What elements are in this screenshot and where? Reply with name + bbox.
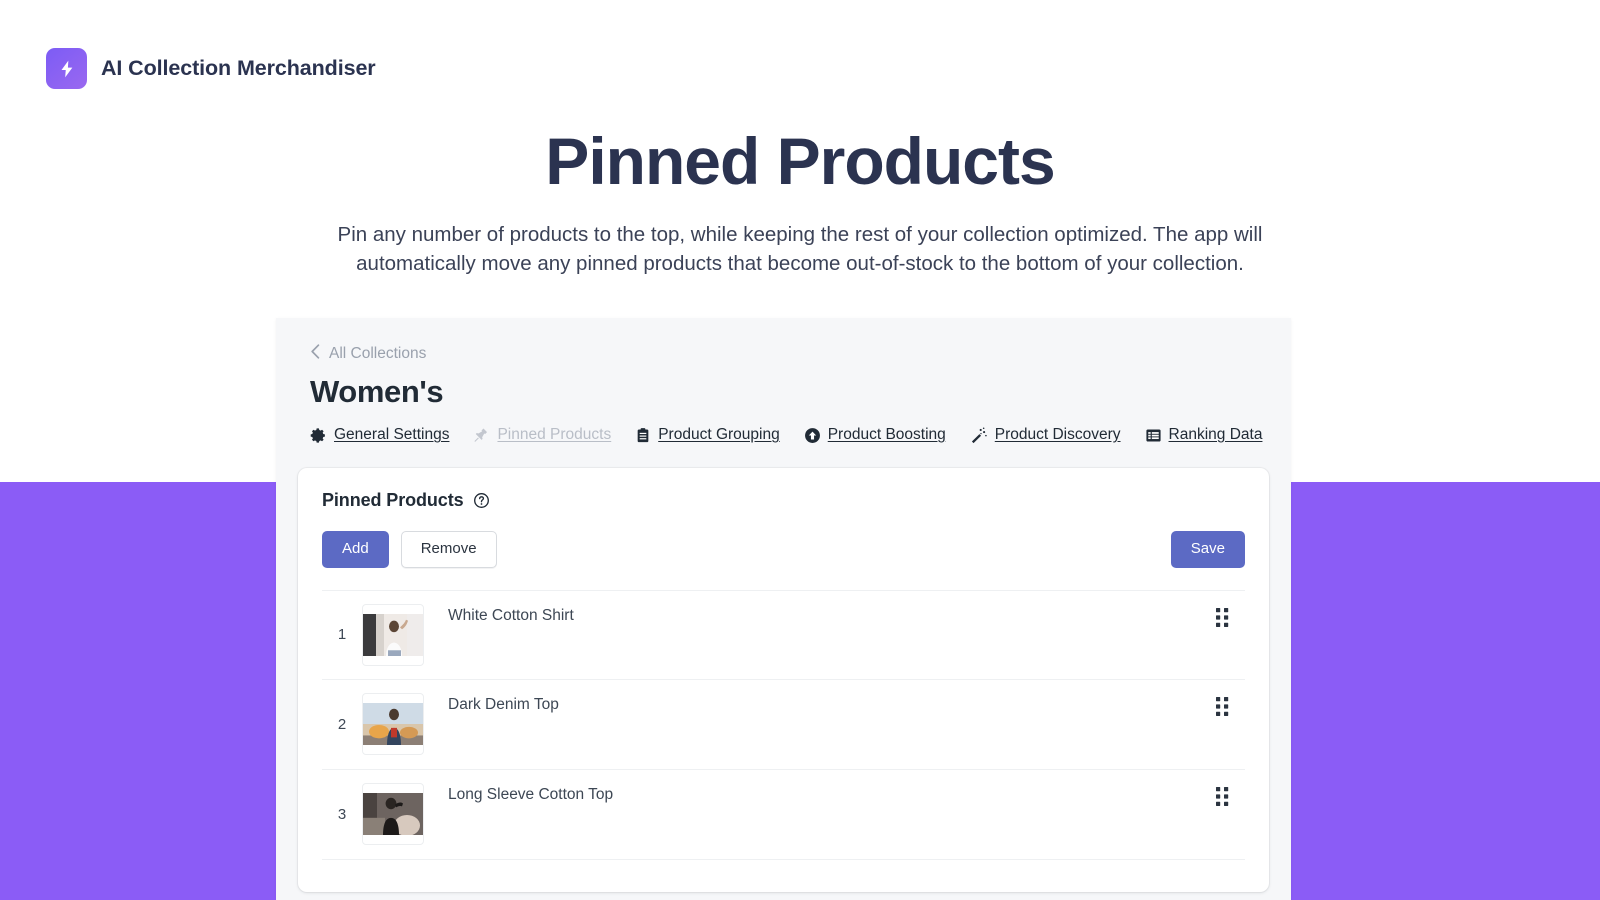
brand-name: AI Collection Merchandiser [101, 56, 376, 80]
remove-button[interactable]: Remove [400, 531, 497, 568]
add-button[interactable]: Add [322, 531, 389, 568]
drag-handle-icon[interactable] [1215, 607, 1237, 629]
tab-label: Product Boosting [827, 426, 946, 443]
table-row[interactable]: 1 White Cotton Shirt [322, 589, 1245, 680]
tab-label: Product Grouping [658, 426, 780, 443]
product-image [363, 793, 423, 836]
drag-handle-icon[interactable] [1215, 696, 1237, 718]
tab-pinned-products[interactable]: Pinned Products [473, 426, 611, 444]
product-image [363, 613, 423, 656]
tab-label: Ranking Data [1168, 426, 1263, 443]
drag-handle-icon[interactable] [1215, 786, 1237, 808]
row-index: 1 [337, 626, 347, 643]
table-list-icon [1145, 427, 1162, 444]
product-title: Dark Denim Top [448, 695, 559, 713]
brand-header: AI Collection Merchandiser [46, 48, 376, 89]
clipboard-icon [635, 427, 651, 444]
tab-bar: General Settings Pinned Products Product… [310, 426, 1262, 444]
pinned-products-card: Pinned Products Add Remove Save 1 White … [298, 468, 1269, 892]
magic-wand-icon [970, 426, 988, 444]
pinned-products-list: 1 White Cotton Shirt 2 Dark Denim Top 3 … [322, 589, 1245, 860]
row-index: 2 [337, 715, 347, 733]
tab-label: Product Discovery [994, 426, 1121, 443]
tab-product-boosting[interactable]: Product Boosting [804, 426, 946, 444]
tab-label: General Settings [334, 426, 450, 443]
tab-ranking-data[interactable]: Ranking Data [1145, 426, 1263, 444]
pushpin-icon [473, 427, 490, 444]
question-circle-icon[interactable] [473, 492, 490, 509]
breadcrumb-label: All Collections [329, 345, 427, 362]
table-row[interactable]: 2 Dark Denim Top [322, 680, 1245, 770]
product-image [363, 703, 423, 745]
product-title: White Cotton Shirt [448, 606, 574, 624]
arrow-up-circle-icon [804, 427, 821, 444]
card-title: Pinned Products [322, 490, 464, 510]
product-thumbnail [362, 693, 424, 755]
product-title: Long Sleeve Cotton Top [448, 785, 614, 803]
tab-product-grouping[interactable]: Product Grouping [635, 426, 780, 444]
card-actions: Add Remove Save [322, 531, 1245, 568]
page-title: Pinned Products [545, 124, 1055, 198]
tab-product-discovery[interactable]: Product Discovery [970, 426, 1121, 444]
tab-label: Pinned Products [497, 426, 612, 443]
product-thumbnail [362, 603, 424, 666]
product-thumbnail [362, 783, 424, 845]
table-row[interactable]: 3 Long Sleeve Cotton Top [322, 770, 1245, 860]
page-subtitle: Pin any number of products to the top, w… [337, 223, 1263, 276]
gear-icon [310, 427, 327, 444]
tab-general-settings[interactable]: General Settings [310, 426, 449, 444]
breadcrumb[interactable]: All Collections [310, 344, 1257, 364]
app-screenshot-panel: All Collections Women's General Settings [276, 318, 1291, 900]
page-root: AI Collection Merchandiser Pinned Produc… [0, 0, 1600, 900]
save-button[interactable]: Save [1170, 531, 1245, 568]
hero-section: Pinned Products Pin any number of produc… [0, 128, 1600, 278]
row-index: 3 [337, 805, 347, 823]
lightning-bolt-icon [46, 48, 87, 89]
collection-title: Women's [310, 374, 444, 409]
chevron-left-icon [310, 344, 321, 364]
card-header: Pinned Products [322, 490, 1245, 511]
